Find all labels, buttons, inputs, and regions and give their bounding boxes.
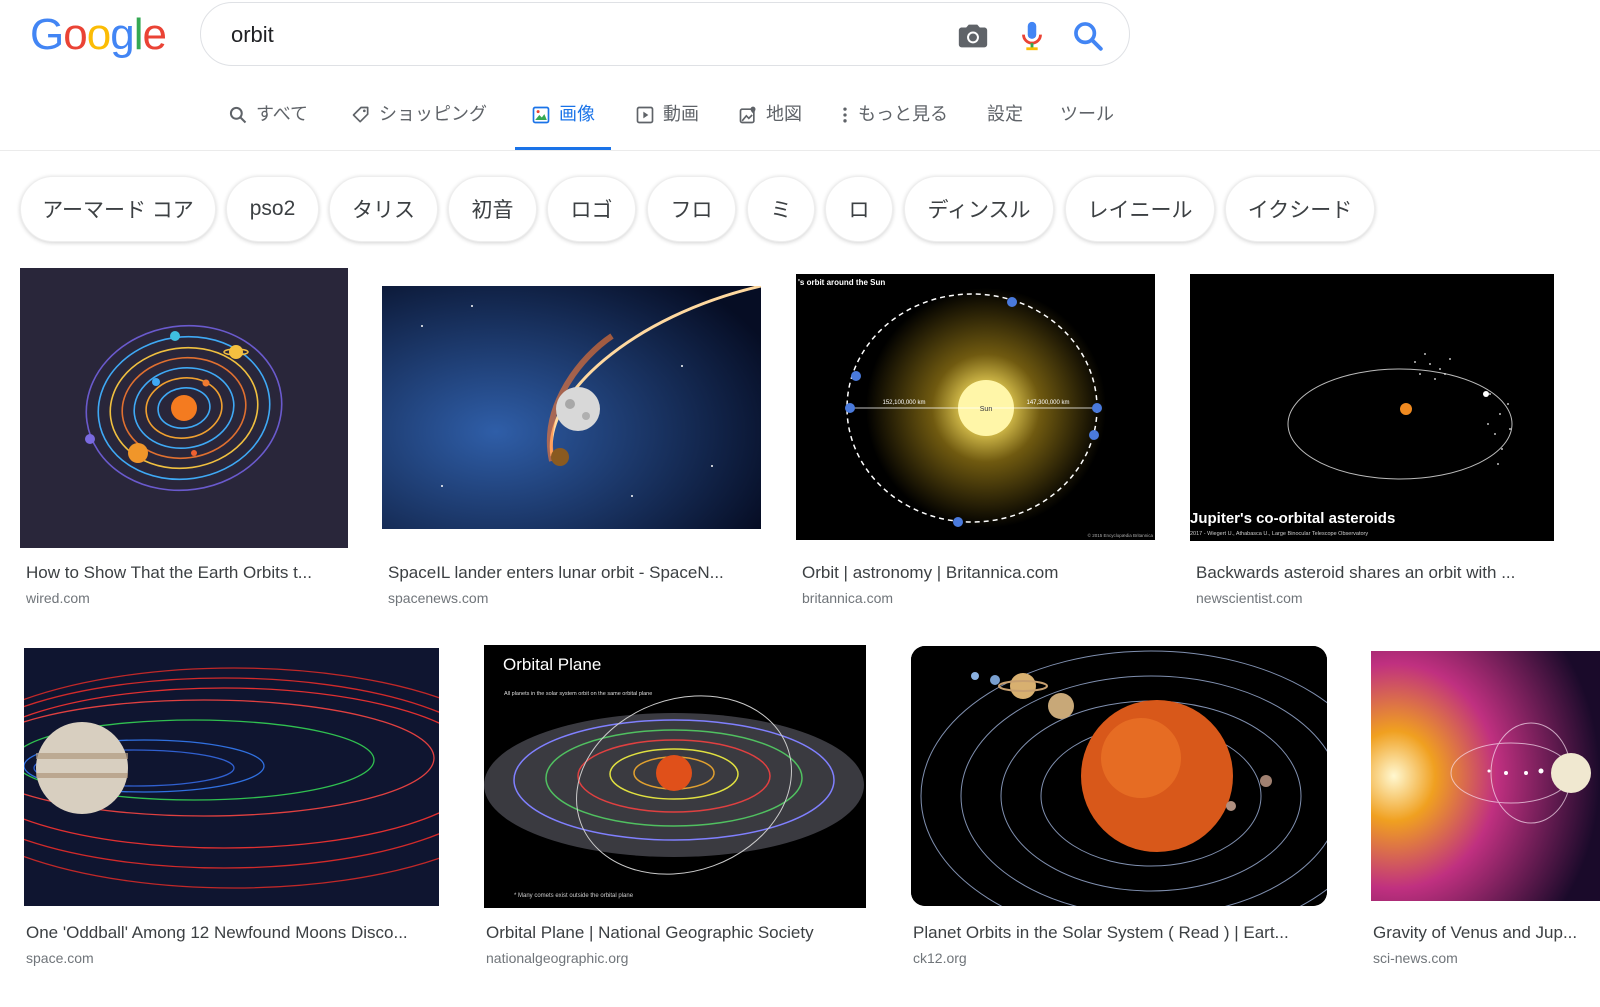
tab-images[interactable]: 画像 <box>515 100 611 150</box>
logo-letter: g <box>110 10 135 59</box>
image-overlay-title: Jupiter's co-orbital asteroids <box>1190 510 1395 527</box>
chip-label: ロ <box>848 199 870 222</box>
chip-label: ロゴ <box>570 199 613 222</box>
result-domain: spacenews.com <box>388 590 489 606</box>
tab-label: ツール <box>1060 104 1114 124</box>
image-overlay-title: Orbital Plane <box>503 655 601 674</box>
result-domain: space.com <box>26 950 94 966</box>
result-domain: wired.com <box>26 590 90 606</box>
chip-label: アーマード コア <box>42 199 194 222</box>
image-icon <box>532 106 550 124</box>
result-domain: nationalgeographic.org <box>486 950 629 966</box>
video-icon <box>636 106 654 124</box>
result-domain: newscientist.com <box>1196 590 1303 606</box>
logo-letter: e <box>142 10 167 59</box>
result-title: Planet Orbits in the Solar System ( Read… <box>913 923 1289 942</box>
tab-more[interactable]: もっと見る <box>840 100 948 150</box>
result-title: Orbit | astronomy | Britannica.com <box>802 563 1059 582</box>
result-thumbnail <box>20 268 348 548</box>
search-input[interactable] <box>229 19 933 51</box>
result-domain: sci-news.com <box>1373 950 1458 966</box>
result-title: How to Show That the Earth Orbits t... <box>26 563 312 582</box>
image-credit: 2017 - Wiegert U., Athabasca U., Large B… <box>1190 531 1368 537</box>
diagram-caption: 's orbit around the Sun <box>798 278 885 287</box>
result-thumbnail <box>1371 651 1600 901</box>
chip-label: フロ <box>670 199 713 222</box>
chip[interactable]: イクシード <box>1225 176 1375 242</box>
result-thumbnail <box>24 648 439 906</box>
result-title: SpaceIL lander enters lunar orbit - Spac… <box>388 563 724 582</box>
logo-letter: o <box>86 10 112 59</box>
logo-letter: o <box>63 10 88 59</box>
tag-icon <box>352 106 369 123</box>
chip[interactable]: ロゴ <box>547 176 636 242</box>
image-credit: © 2015 Encyclopædia Britannica <box>1088 532 1154 538</box>
tab-maps[interactable]: 地図 <box>738 100 802 150</box>
logo-letter: G <box>30 10 64 59</box>
tab-label: 動画 <box>663 104 699 124</box>
more-vert-icon <box>843 107 847 123</box>
distance-label: 147,300,000 km <box>1026 400 1069 406</box>
chip[interactable]: ディンスル <box>904 176 1054 242</box>
result-title: Gravity of Venus and Jup... <box>1373 923 1578 942</box>
tab-all[interactable]: すべて <box>228 100 308 150</box>
tab-label: 地図 <box>766 104 802 124</box>
chip-label: pso2 <box>249 197 296 220</box>
result-thumbnail: Orbital Plane All planets in the solar s… <box>484 645 866 908</box>
tab-label: 設定 <box>987 104 1023 124</box>
chip-label: イクシード <box>1247 199 1353 222</box>
result-title: One 'Oddball' Among 12 Newfound Moons Di… <box>26 923 408 942</box>
image-note: All planets in the solar system orbit on… <box>504 691 652 697</box>
sun-label: Sun <box>980 406 993 413</box>
chip[interactable]: フロ <box>647 176 736 242</box>
camera-icon[interactable] <box>956 19 990 53</box>
chip-label: タリス <box>352 199 415 222</box>
chip-label: 初音 <box>471 199 514 222</box>
search-icon <box>229 106 247 124</box>
chip[interactable]: 初音 <box>448 176 537 242</box>
distance-label: 152,100,000 km <box>882 400 925 406</box>
tab-tools[interactable]: ツール <box>1060 100 1114 150</box>
tab-shopping[interactable]: ショッピング <box>351 100 487 150</box>
result-domain: britannica.com <box>802 590 894 606</box>
result-thumbnail <box>382 286 761 529</box>
map-icon <box>739 106 756 124</box>
tab-settings[interactable]: 設定 <box>987 100 1023 150</box>
chip-label: レイニール <box>1087 199 1193 222</box>
result-title: Orbital Plane | National Geographic Soci… <box>486 923 814 942</box>
chip[interactable]: pso2 <box>226 176 319 242</box>
tabs-divider <box>0 150 1600 151</box>
mic-icon[interactable] <box>1015 19 1049 53</box>
chip[interactable]: ミ <box>747 176 815 242</box>
tab-label: 画像 <box>559 104 595 124</box>
search-icon[interactable] <box>1071 19 1105 53</box>
result-title: Backwards asteroid shares an orbit with … <box>1196 563 1516 582</box>
chip[interactable]: ロ <box>825 176 893 242</box>
google-logo[interactable]: Google <box>30 10 167 60</box>
result-domain: ck12.org <box>913 950 967 966</box>
chip[interactable]: レイニール <box>1065 176 1215 242</box>
chip[interactable]: タリス <box>329 176 438 242</box>
chip-label: ミ <box>770 199 792 222</box>
image-footnote: * Many comets exist outside the orbital … <box>514 893 634 899</box>
tab-label: ショッピング <box>379 104 487 124</box>
tab-label: もっと見る <box>858 104 948 124</box>
chip[interactable]: アーマード コア <box>20 176 216 242</box>
tab-label: すべて <box>256 104 309 124</box>
search-box <box>200 2 1130 66</box>
result-thumbnail: 's orbit around the Sun Sun 152,100,000 … <box>796 274 1155 540</box>
result-thumbnail: Jupiter's co-orbital asteroids 2017 - Wi… <box>1190 274 1554 541</box>
tab-videos[interactable]: 動画 <box>635 100 699 150</box>
chip-label: ディンスル <box>927 199 1031 222</box>
result-thumbnail <box>911 646 1327 906</box>
